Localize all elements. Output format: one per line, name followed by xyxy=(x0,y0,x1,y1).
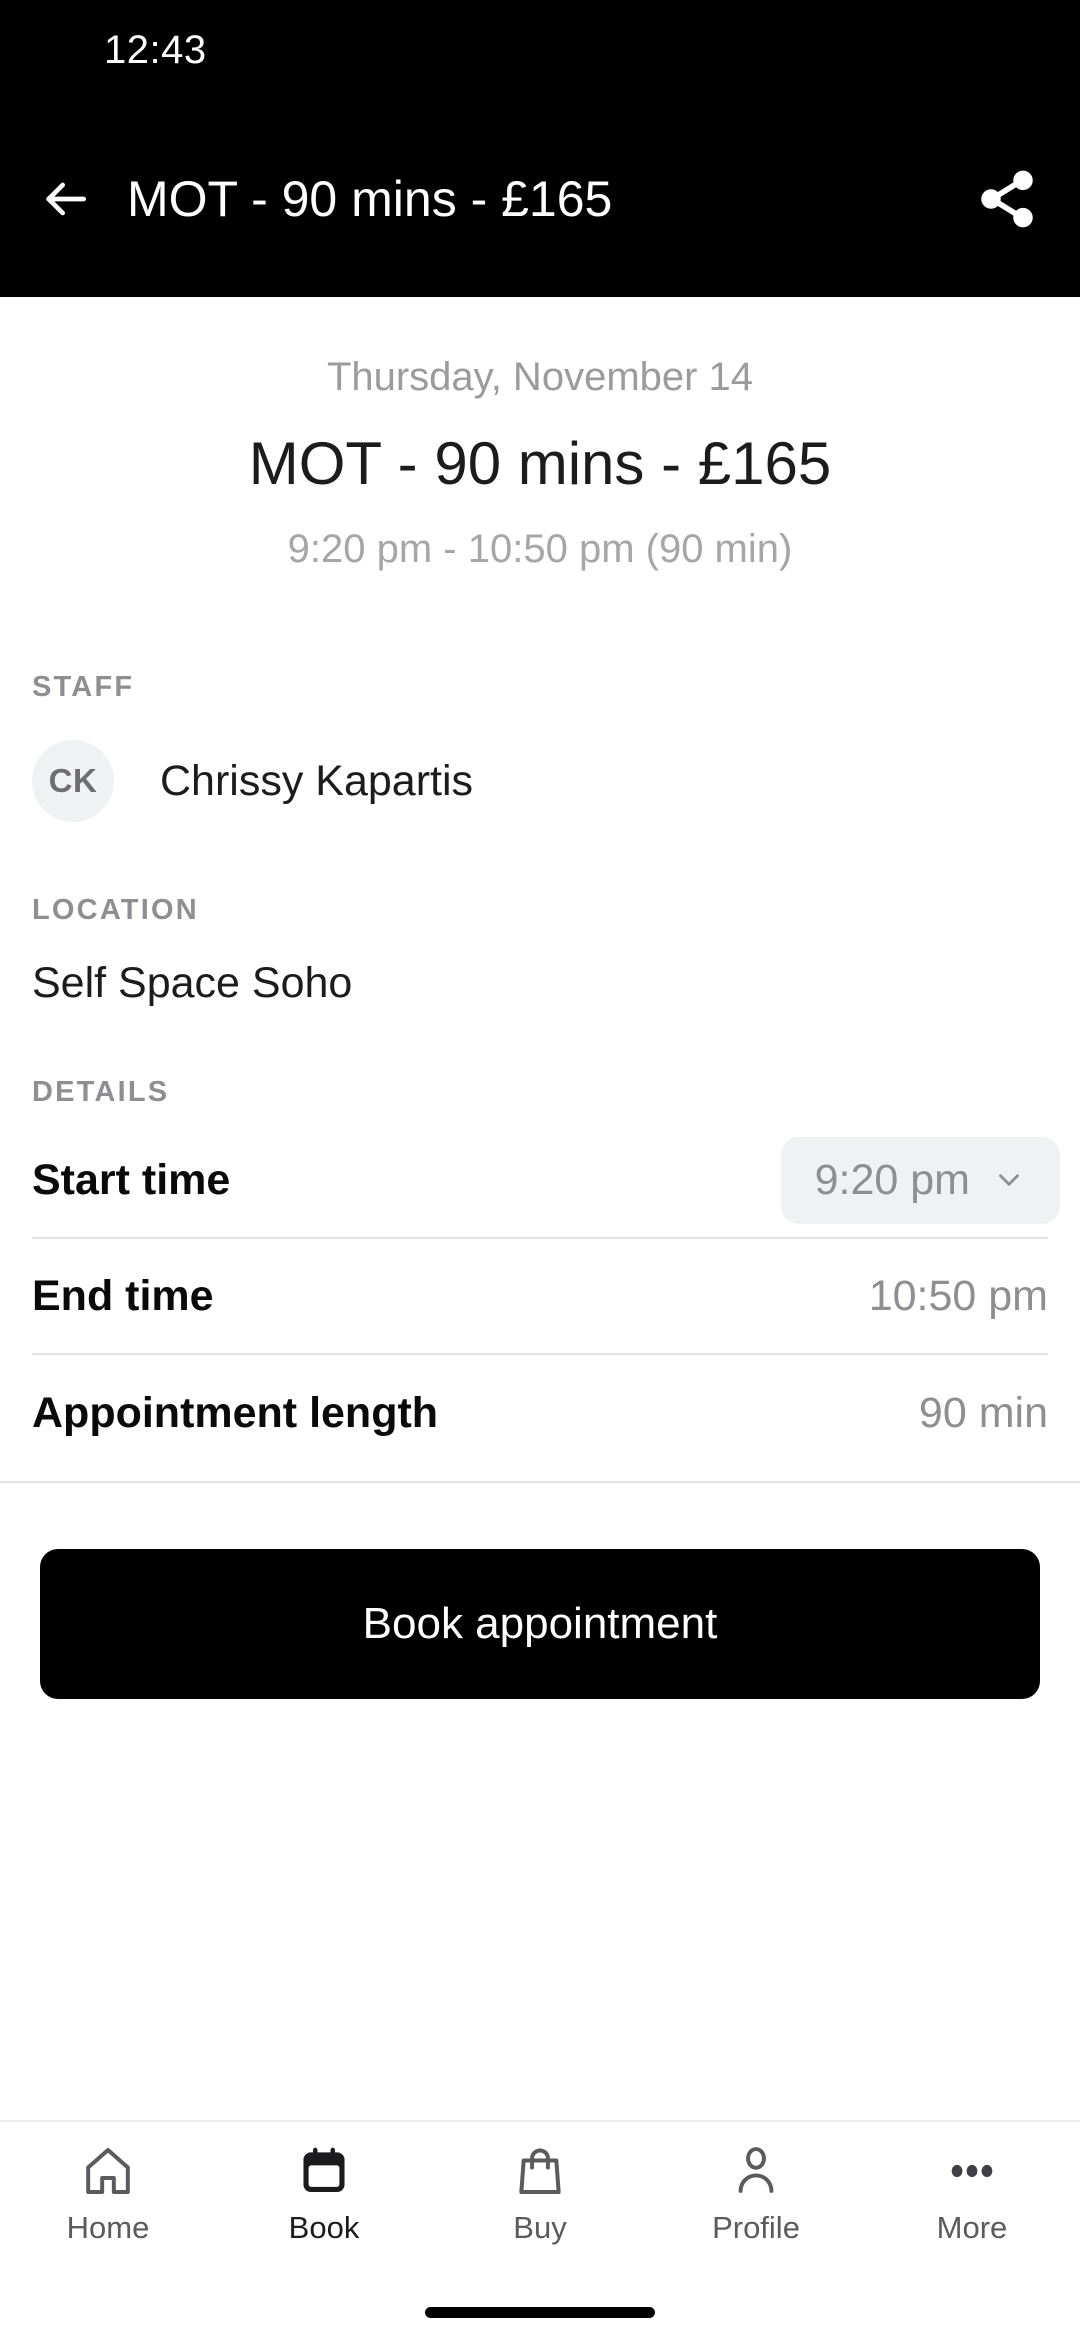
start-time-label: Start time xyxy=(32,1155,231,1204)
details-section: DETAILS Start time 9:20 pm End time 10:5… xyxy=(0,1076,1080,1471)
start-time-value: 9:20 pm xyxy=(814,1155,970,1204)
nav-label-home: Home xyxy=(66,2210,150,2245)
appointment-length-value: 90 min xyxy=(918,1388,1048,1437)
detail-row: End time 10:50 pm xyxy=(32,1239,1048,1355)
details-rows: Start time 9:20 pm End time 10:50 pm App… xyxy=(32,1123,1060,1471)
person-icon xyxy=(725,2140,787,2202)
appointment-summary: Thursday, November 14 MOT - 90 mins - £1… xyxy=(0,297,1080,575)
chevron-down-icon xyxy=(999,1174,1019,1186)
nav-label-buy: Buy xyxy=(513,2210,567,2245)
start-time-dropdown[interactable]: 9:20 pm xyxy=(780,1136,1060,1224)
share-icon xyxy=(981,170,1033,227)
service-title: MOT - 90 mins - £165 xyxy=(248,430,832,497)
staff-name: Chrissy Kapartis xyxy=(160,756,474,805)
nav-item-book[interactable]: Book xyxy=(216,2140,432,2243)
nav-label-profile: Profile xyxy=(712,2210,800,2245)
status-bar: 12:43 xyxy=(0,0,1080,100)
status-bar-clock: 12:43 xyxy=(104,27,207,72)
calendar-icon xyxy=(293,2140,355,2202)
arrow-left-icon xyxy=(46,182,86,215)
nav-item-buy[interactable]: Buy xyxy=(432,2140,648,2243)
app-bar: MOT - 90 mins - £165 xyxy=(0,100,1080,297)
staff-section-label: STAFF xyxy=(32,671,135,703)
details-section-label: DETAILS xyxy=(32,1076,170,1108)
app-screen: 12:43 MOT - 90 mins - £165 Thursday, Nov… xyxy=(0,0,1080,2340)
avatar-initials: CK xyxy=(48,762,98,799)
home-indicator xyxy=(425,2307,655,2318)
home-icon xyxy=(77,2140,139,2202)
staff-section: STAFF CK Chrissy Kapartis xyxy=(0,671,1080,822)
appointment-date: Thursday, November 14 xyxy=(326,355,754,399)
book-appointment-button[interactable]: Book appointment xyxy=(40,1549,1040,1699)
main-content: Thursday, November 14 MOT - 90 mins - £1… xyxy=(0,297,1080,2120)
share-button[interactable] xyxy=(968,160,1046,238)
appointment-length-label: Appointment length xyxy=(32,1388,439,1437)
ellipsis-icon xyxy=(941,2140,1003,2202)
avatar: CK xyxy=(32,740,114,822)
detail-row: Appointment length 90 min xyxy=(32,1355,1048,1471)
appointment-time-range: 9:20 pm - 10:50 pm (90 min) xyxy=(287,527,793,571)
app-bar-title: MOT - 90 mins - £165 xyxy=(127,170,613,227)
end-time-label: End time xyxy=(32,1271,214,1320)
location-section-label: LOCATION xyxy=(32,894,199,926)
staff-row[interactable]: CK Chrissy Kapartis xyxy=(32,740,1048,822)
nav-label-book: Book xyxy=(288,2210,360,2245)
shopping-bag-icon xyxy=(509,2140,571,2202)
location-name: Self Space Soho xyxy=(32,959,353,1007)
location-section: LOCATION Self Space Soho xyxy=(0,894,1080,1008)
back-button[interactable] xyxy=(30,164,100,234)
detail-row: Start time 9:20 pm xyxy=(32,1123,1060,1239)
cta-container: Book appointment xyxy=(0,1483,1080,1699)
nav-item-home[interactable]: Home xyxy=(0,2140,216,2243)
nav-item-profile[interactable]: Profile xyxy=(648,2140,864,2243)
end-time-value: 10:50 pm xyxy=(868,1271,1048,1320)
nav-item-more[interactable]: More xyxy=(864,2140,1080,2243)
nav-label-more: More xyxy=(936,2210,1008,2245)
